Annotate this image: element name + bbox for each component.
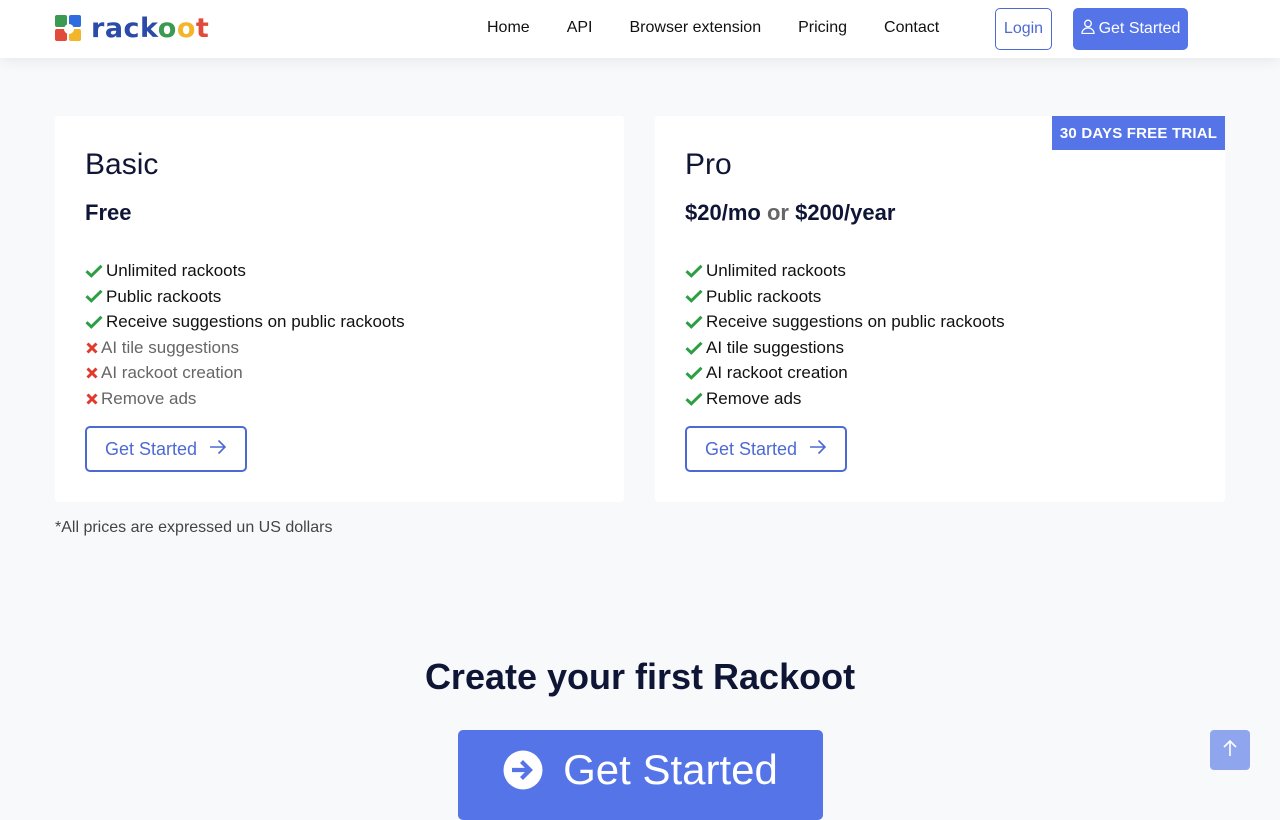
cross-icon xyxy=(85,390,99,408)
user-icon xyxy=(1080,19,1099,39)
nav-link-pricing[interactable]: Pricing xyxy=(798,18,847,38)
feature-item: AI tile suggestions xyxy=(685,335,1005,361)
cta-button-label: Get Started xyxy=(563,746,778,793)
plan-price: $20/mo or $200/year xyxy=(685,200,895,226)
get-started-nav-button[interactable]: Get Started xyxy=(1073,8,1188,50)
arrow-right-icon xyxy=(197,439,227,460)
check-icon xyxy=(685,390,703,408)
get-started-nav-label: Get Started xyxy=(1098,20,1181,37)
check-icon xyxy=(85,262,103,280)
cta-heading: Create your first Rackoot xyxy=(424,656,856,697)
pricing-currency-note: *All prices are expressed un US dollars xyxy=(55,519,333,536)
check-icon xyxy=(85,287,103,305)
feature-item: Public rackoots xyxy=(685,284,1005,310)
feature-item: Receive suggestions on public rackoots xyxy=(685,309,1005,335)
price-monthly: $20/mo xyxy=(685,200,761,225)
feature-item: AI rackoot creation xyxy=(685,360,1005,386)
plan-name: Basic xyxy=(85,148,159,181)
feature-list: Unlimited rackoots Public rackoots Recei… xyxy=(85,258,405,412)
feature-list: Unlimited rackoots Public rackoots Recei… xyxy=(685,258,1005,412)
feature-item: Unlimited rackoots xyxy=(85,258,405,284)
feature-item: AI tile suggestions xyxy=(85,335,405,361)
check-icon xyxy=(685,287,703,305)
cross-icon xyxy=(85,364,99,382)
cta-get-started-button[interactable]: Get Started xyxy=(458,730,823,820)
navbar: rackoot Home API Browser extension Prici… xyxy=(0,0,1280,58)
scroll-to-top-button[interactable] xyxy=(1210,730,1250,770)
arrow-up-icon xyxy=(1222,739,1238,762)
plan-card-pro: 30 DAYS FREE TRIAL Pro $20/mo or $200/ye… xyxy=(655,116,1225,502)
basic-get-started-button[interactable]: Get Started xyxy=(85,426,247,472)
feature-item: Unlimited rackoots xyxy=(685,258,1005,284)
plan-price: Free xyxy=(85,200,132,225)
price-yearly: $200/year xyxy=(795,200,896,225)
pro-get-started-button[interactable]: Get Started xyxy=(685,426,847,472)
plan-name: Pro xyxy=(685,148,732,181)
nav-link-api[interactable]: API xyxy=(567,18,593,38)
check-icon xyxy=(685,339,703,357)
cross-icon xyxy=(85,339,99,357)
brand-logo[interactable]: rackoot xyxy=(55,15,209,43)
check-icon xyxy=(685,364,703,382)
check-icon xyxy=(685,262,703,280)
nav-link-browser-extension[interactable]: Browser extension xyxy=(629,18,761,38)
feature-item: Receive suggestions on public rackoots xyxy=(85,309,405,335)
arrow-circle-right-icon xyxy=(503,750,543,790)
login-button[interactable]: Login xyxy=(995,8,1052,50)
main-nav: Home API Browser extension Pricing Conta… xyxy=(487,18,976,38)
feature-item: Public rackoots xyxy=(85,284,405,310)
check-icon xyxy=(85,313,103,331)
nav-link-home[interactable]: Home xyxy=(487,18,530,38)
plan-card-basic: Basic Free Unlimited rackoots Public rac… xyxy=(55,116,624,502)
check-icon xyxy=(685,313,703,331)
feature-item: Remove ads xyxy=(685,386,1005,412)
logo-mark-icon xyxy=(55,15,83,43)
free-trial-badge: 30 DAYS FREE TRIAL xyxy=(1052,116,1225,150)
price-or: or xyxy=(766,200,789,225)
feature-item: Remove ads xyxy=(85,386,405,412)
nav-link-contact[interactable]: Contact xyxy=(884,18,939,38)
feature-item: AI rackoot creation xyxy=(85,360,405,386)
logo-wordmark: rackoot xyxy=(91,13,210,44)
arrow-right-icon xyxy=(797,439,827,460)
